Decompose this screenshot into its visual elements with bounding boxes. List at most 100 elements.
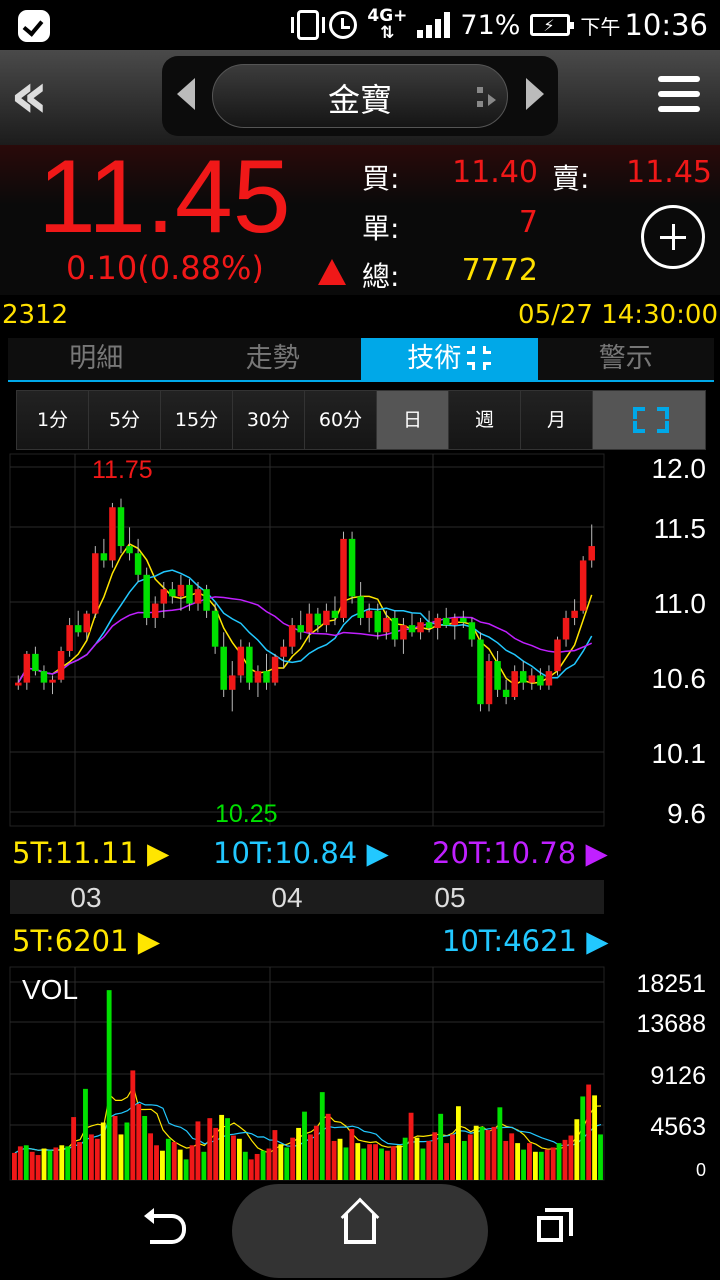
volume-bar bbox=[580, 1096, 586, 1180]
price-axis-tick: 12.0 bbox=[652, 453, 707, 484]
volume-bar bbox=[473, 1125, 479, 1180]
candle-body bbox=[545, 671, 553, 686]
volume-bar bbox=[456, 1106, 461, 1180]
nav-back-button[interactable] bbox=[144, 1208, 186, 1244]
quote-panel: 11.45 0.10(0.88%) 買: 11.40 賣: 11.45 單: 7… bbox=[0, 145, 720, 295]
ma10-legend: 10T:10.84 ▶ bbox=[213, 836, 389, 870]
menu-button[interactable] bbox=[658, 76, 700, 120]
candle-body bbox=[425, 622, 433, 628]
volume-bar bbox=[521, 1149, 526, 1180]
candle-body bbox=[288, 625, 296, 647]
candle-body bbox=[434, 617, 441, 628]
volume-bar bbox=[242, 1151, 248, 1180]
candle-body bbox=[74, 625, 82, 633]
volume-bar bbox=[361, 1148, 367, 1180]
volume-bar bbox=[189, 1145, 195, 1180]
add-watchlist-button[interactable] bbox=[641, 205, 705, 269]
volume-bar bbox=[349, 1129, 355, 1180]
period-day[interactable]: 日 bbox=[377, 391, 449, 449]
flag-icon: ▶ bbox=[137, 924, 161, 958]
tab-details[interactable]: 明細 bbox=[8, 338, 185, 380]
volume-bar bbox=[94, 1138, 100, 1180]
battery-percent: 71% bbox=[460, 9, 521, 41]
volume-bar bbox=[544, 1149, 550, 1180]
volume-bar bbox=[219, 1114, 225, 1180]
next-stock-button[interactable] bbox=[526, 78, 544, 110]
period-1min[interactable]: 1分 bbox=[17, 391, 89, 449]
volume-bar bbox=[538, 1151, 544, 1180]
volume-bar bbox=[319, 1092, 325, 1180]
tab-trend[interactable]: 走勢 bbox=[185, 338, 362, 380]
low-price-label: 10.25 bbox=[215, 800, 278, 828]
volume-bar bbox=[177, 1149, 183, 1180]
nav-home-button[interactable] bbox=[344, 1214, 376, 1244]
period-15min[interactable]: 15分 bbox=[161, 391, 233, 449]
period-60min[interactable]: 60分 bbox=[305, 391, 377, 449]
date-axis-tick: 05 bbox=[434, 882, 465, 913]
candle-body bbox=[494, 661, 501, 690]
title-bar: ‹‹ 金寶 bbox=[0, 50, 720, 145]
nav-recents-button[interactable] bbox=[537, 1208, 573, 1242]
ma5-value: 5T:11.11 bbox=[12, 836, 138, 870]
volume-bar bbox=[225, 1118, 230, 1180]
technical-chart[interactable]: 12.011.511.010.610.19.6 11.75 10.25 03 04… bbox=[0, 452, 720, 1182]
high-price-label: 11.75 bbox=[92, 456, 153, 484]
volume-bar bbox=[550, 1147, 556, 1180]
volume-bar bbox=[491, 1126, 497, 1180]
flag-icon: ▶ bbox=[586, 924, 609, 958]
tab-label: 明細 bbox=[69, 343, 124, 374]
volume-bar bbox=[467, 1134, 473, 1180]
volume-bar bbox=[112, 1115, 118, 1180]
tab-alert[interactable]: 警示 bbox=[538, 338, 715, 380]
candle-body bbox=[554, 639, 561, 672]
volume-bar bbox=[308, 1134, 313, 1180]
period-30min[interactable]: 30分 bbox=[233, 391, 305, 449]
volume-bar bbox=[384, 1150, 390, 1180]
previous-stock-button[interactable] bbox=[177, 78, 195, 110]
period-week[interactable]: 週 bbox=[449, 391, 521, 449]
volume-bar bbox=[41, 1148, 47, 1180]
volume-bar bbox=[12, 1152, 17, 1180]
candle-body bbox=[588, 546, 595, 561]
tab-label: 技術 bbox=[407, 343, 462, 374]
fullscreen-button[interactable] bbox=[593, 391, 705, 449]
candle-body bbox=[92, 553, 99, 614]
candle-body bbox=[511, 671, 518, 697]
volume-bar bbox=[231, 1135, 236, 1180]
candle-body bbox=[100, 553, 108, 561]
stock-code: 2312 bbox=[2, 300, 69, 330]
volume-bar bbox=[574, 1119, 580, 1180]
volume-bar bbox=[313, 1125, 319, 1180]
price-axis-tick: 11.0 bbox=[654, 588, 706, 619]
date-axis-tick: 04 bbox=[271, 882, 302, 913]
last-price: 11.45 bbox=[38, 139, 291, 255]
lot-label: 單: bbox=[362, 212, 400, 245]
volume-bar bbox=[296, 1127, 302, 1180]
candle-body bbox=[143, 574, 150, 618]
candle-body bbox=[571, 610, 578, 618]
candle-body bbox=[109, 507, 116, 561]
battery-icon: ⚡ bbox=[530, 14, 575, 36]
volume-bar bbox=[148, 1133, 154, 1180]
candle-body bbox=[66, 625, 73, 651]
back-button[interactable]: ‹‹ bbox=[10, 64, 80, 128]
period-month[interactable]: 月 bbox=[521, 391, 593, 449]
stock-name-pill[interactable]: 金寶 bbox=[212, 64, 508, 128]
date-axis-tick: 03 bbox=[70, 882, 101, 913]
volume-bar bbox=[53, 1147, 59, 1180]
volume-bar bbox=[367, 1144, 373, 1180]
period-5min[interactable]: 5分 bbox=[89, 391, 161, 449]
price-axis-tick: 10.6 bbox=[652, 663, 707, 694]
volume-bar bbox=[290, 1137, 296, 1180]
volume-bar bbox=[379, 1148, 384, 1180]
volume-bar bbox=[88, 1134, 94, 1180]
candle-body bbox=[280, 646, 287, 657]
ma10-value: 10T:10.84 bbox=[213, 836, 358, 870]
candle-body bbox=[40, 671, 48, 683]
candle-body bbox=[442, 617, 450, 626]
up-triangle-icon bbox=[318, 259, 346, 285]
volume-bar bbox=[23, 1145, 29, 1180]
tab-technical[interactable]: 技術 bbox=[361, 338, 538, 380]
flag-icon: ▶ bbox=[147, 836, 170, 870]
candle-body bbox=[519, 671, 527, 683]
